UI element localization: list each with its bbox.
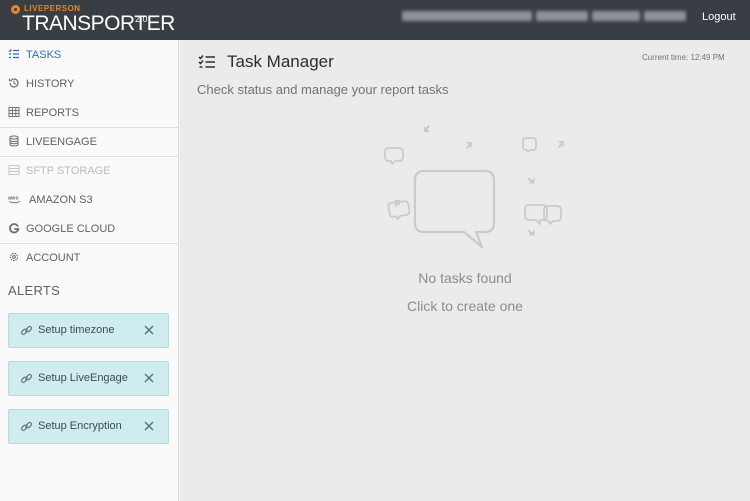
alert-setup-encryption[interactable]: Setup Encryption <box>8 409 169 444</box>
current-time: Current time: 12:49 PM <box>642 53 725 62</box>
history-icon <box>8 78 19 88</box>
alert-label: Setup timezone <box>38 324 115 336</box>
top-bar: LIVEPERSON TRANSPORTER 2.0 Logout <box>0 0 750 40</box>
liveperson-logo-icon <box>11 5 20 14</box>
brand-logo: LIVEPERSON TRANSPORTER 2.0 <box>10 3 175 37</box>
sidebar-item-label: SFTP STORAGE <box>26 164 111 177</box>
empty-message: No tasks found <box>418 270 512 286</box>
sidebar-item-sftp-storage: SFTP STORAGE <box>0 156 179 185</box>
google-icon <box>9 223 20 234</box>
sidebar-item-liveengage[interactable]: LIVEENGAGE <box>0 127 179 156</box>
task-list-icon <box>198 55 215 68</box>
link-icon <box>21 374 32 383</box>
sidebar-item-label: ACCOUNT <box>26 251 81 264</box>
sidebar-item-account[interactable]: ACCOUNT <box>0 243 179 272</box>
database-icon <box>9 135 19 147</box>
alert-label: Setup LiveEngage <box>38 372 128 384</box>
gear-icon <box>9 252 19 262</box>
close-icon[interactable] <box>142 371 156 385</box>
redacted-user-name <box>402 11 690 23</box>
sidebar-item-label: LIVEENGAGE <box>26 135 97 148</box>
sidebar-item-label: AMAZON S3 <box>29 193 93 206</box>
alert-label: Setup Encryption <box>38 420 122 432</box>
sidebar-item-amazon-s3[interactable]: aws AMAZON S3 <box>0 185 179 214</box>
link-icon <box>21 326 32 335</box>
brand-product: TRANSPORTER <box>22 12 175 35</box>
alert-setup-timezone[interactable]: Setup timezone <box>8 313 169 348</box>
sidebar-item-label: HISTORY <box>26 77 75 90</box>
main-content: Task Manager Current time: 12:49 PM Chec… <box>180 40 750 501</box>
logout-link[interactable]: Logout <box>702 11 736 23</box>
sidebar-item-label: REPORTS <box>26 106 79 119</box>
aws-icon: aws <box>8 196 21 204</box>
sidebar-item-label: TASKS <box>26 48 62 61</box>
sidebar-item-google-cloud[interactable]: GOOGLE CLOUD <box>0 214 179 243</box>
close-icon[interactable] <box>142 419 156 433</box>
sidebar: TASKS HISTORY REPORTS LIVEENGAGE SFTP ST… <box>0 40 179 501</box>
sidebar-item-tasks[interactable]: TASKS <box>0 40 179 69</box>
alerts-title: ALERTS <box>8 283 61 298</box>
empty-chat-illustration <box>384 125 564 249</box>
brand-version: 2.0 <box>135 14 148 24</box>
sidebar-item-reports[interactable]: REPORTS <box>0 98 179 127</box>
server-icon <box>8 165 20 175</box>
table-icon <box>8 107 20 117</box>
sidebar-item-history[interactable]: HISTORY <box>0 69 179 98</box>
close-icon[interactable] <box>142 323 156 337</box>
task-list-icon <box>8 49 19 59</box>
sidebar-item-label: GOOGLE CLOUD <box>26 222 116 235</box>
page-subtitle: Check status and manage your report task… <box>197 82 449 97</box>
page-title: Task Manager <box>227 52 334 71</box>
link-icon <box>21 422 32 431</box>
svg-text:aws: aws <box>8 196 18 202</box>
create-task-link[interactable]: Click to create one <box>180 298 750 314</box>
alert-setup-liveengage[interactable]: Setup LiveEngage <box>8 361 169 396</box>
